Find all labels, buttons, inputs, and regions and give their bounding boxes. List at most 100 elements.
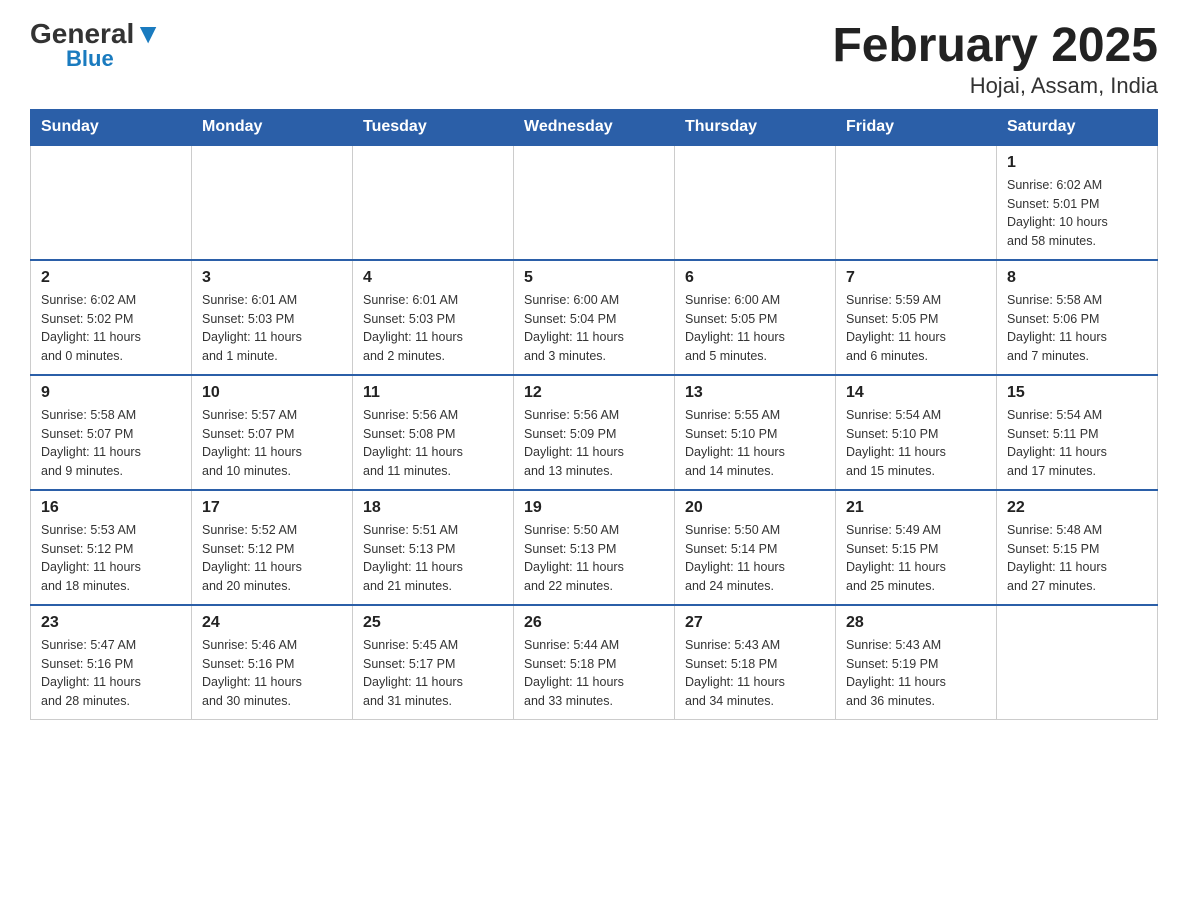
day-info: Sunrise: 5:44 AMSunset: 5:18 PMDaylight:… xyxy=(524,636,664,711)
calendar-cell-w5-d4: 26 Sunrise: 5:44 AMSunset: 5:18 PMDayligh… xyxy=(514,605,675,720)
calendar-table: SundayMondayTuesdayWednesdayThursdayFrid… xyxy=(30,109,1158,720)
weekday-header-wednesday: Wednesday xyxy=(514,109,675,145)
calendar-week-1: 1Sunrise: 6:02 AMSunset: 5:01 PMDaylight… xyxy=(31,145,1158,260)
day-info: Sunrise: 5:52 AMSunset: 5:12 PMDaylight:… xyxy=(202,521,342,596)
day-info: Sunrise: 5:43 AMSunset: 5:18 PMDaylight:… xyxy=(685,636,825,711)
day-number: 17 xyxy=(202,499,342,517)
day-number: 28 xyxy=(846,614,986,632)
calendar-week-2: 2 Sunrise: 6:02 AMSunset: 5:02 PMDaylight… xyxy=(31,260,1158,375)
calendar-cell-w3-d5: 13 Sunrise: 5:55 AMSunset: 5:10 PMDayligh… xyxy=(675,375,836,490)
day-info: Sunrise: 5:50 AMSunset: 5:13 PMDaylight:… xyxy=(524,521,664,596)
day-number: 20 xyxy=(685,499,825,517)
calendar-cell-w5-d7 xyxy=(997,605,1158,720)
day-number: 5 xyxy=(524,269,664,287)
calendar-cell-w3-d4: 12 Sunrise: 5:56 AMSunset: 5:09 PMDayligh… xyxy=(514,375,675,490)
calendar-cell-w5-d1: 23 Sunrise: 5:47 AMSunset: 5:16 PMDayligh… xyxy=(31,605,192,720)
day-number: 12 xyxy=(524,384,664,402)
calendar-week-3: 9 Sunrise: 5:58 AMSunset: 5:07 PMDaylight… xyxy=(31,375,1158,490)
day-info: Sunrise: 5:48 AMSunset: 5:15 PMDaylight:… xyxy=(1007,521,1147,596)
logo: General▼ Blue xyxy=(30,20,162,70)
page-header: General▼ Blue February 2025 Hojai, Assam… xyxy=(30,20,1158,99)
calendar-cell-w5-d6: 28 Sunrise: 5:43 AMSunset: 5:19 PMDayligh… xyxy=(836,605,997,720)
calendar-cell-w3-d3: 11 Sunrise: 5:56 AMSunset: 5:08 PMDayligh… xyxy=(353,375,514,490)
day-number: 23 xyxy=(41,614,181,632)
calendar-cell-w2-d7: 8 Sunrise: 5:58 AMSunset: 5:06 PMDaylight… xyxy=(997,260,1158,375)
day-info: Sunrise: 6:02 AMSunset: 5:02 PMDaylight:… xyxy=(41,291,181,366)
day-number: 26 xyxy=(524,614,664,632)
day-info: Sunrise: 5:54 AMSunset: 5:10 PMDaylight:… xyxy=(846,406,986,481)
weekday-header-friday: Friday xyxy=(836,109,997,145)
logo-general: General▼ xyxy=(30,20,162,48)
calendar-subtitle: Hojai, Assam, India xyxy=(832,73,1158,99)
calendar-header: SundayMondayTuesdayWednesdayThursdayFrid… xyxy=(31,109,1158,145)
day-number: 10 xyxy=(202,384,342,402)
calendar-cell-w1-d5 xyxy=(675,145,836,260)
day-info: Sunrise: 6:02 AMSunset: 5:01 PMDaylight:… xyxy=(1007,176,1147,251)
day-info: Sunrise: 5:55 AMSunset: 5:10 PMDaylight:… xyxy=(685,406,825,481)
day-info: Sunrise: 5:56 AMSunset: 5:09 PMDaylight:… xyxy=(524,406,664,481)
day-info: Sunrise: 5:58 AMSunset: 5:06 PMDaylight:… xyxy=(1007,291,1147,366)
day-info: Sunrise: 5:53 AMSunset: 5:12 PMDaylight:… xyxy=(41,521,181,596)
weekday-header-thursday: Thursday xyxy=(675,109,836,145)
day-info: Sunrise: 5:43 AMSunset: 5:19 PMDaylight:… xyxy=(846,636,986,711)
day-number: 7 xyxy=(846,269,986,287)
calendar-title: February 2025 xyxy=(832,20,1158,73)
calendar-cell-w1-d2 xyxy=(192,145,353,260)
day-number: 14 xyxy=(846,384,986,402)
calendar-cell-w4-d2: 17 Sunrise: 5:52 AMSunset: 5:12 PMDayligh… xyxy=(192,490,353,605)
day-info: Sunrise: 6:00 AMSunset: 5:04 PMDaylight:… xyxy=(524,291,664,366)
day-number: 4 xyxy=(363,269,503,287)
calendar-cell-w1-d4 xyxy=(514,145,675,260)
day-info: Sunrise: 5:58 AMSunset: 5:07 PMDaylight:… xyxy=(41,406,181,481)
calendar-cell-w4-d5: 20 Sunrise: 5:50 AMSunset: 5:14 PMDayligh… xyxy=(675,490,836,605)
day-number: 11 xyxy=(363,384,503,402)
day-number: 19 xyxy=(524,499,664,517)
day-info: Sunrise: 5:54 AMSunset: 5:11 PMDaylight:… xyxy=(1007,406,1147,481)
logo-triangle-icon: ▼ xyxy=(134,18,162,49)
weekday-header-saturday: Saturday xyxy=(997,109,1158,145)
calendar-cell-w5-d5: 27Sunrise: 5:43 AMSunset: 5:18 PMDayligh… xyxy=(675,605,836,720)
calendar-cell-w1-d6 xyxy=(836,145,997,260)
day-info: Sunrise: 5:47 AMSunset: 5:16 PMDaylight:… xyxy=(41,636,181,711)
weekday-header-tuesday: Tuesday xyxy=(353,109,514,145)
calendar-cell-w4-d4: 19 Sunrise: 5:50 AMSunset: 5:13 PMDayligh… xyxy=(514,490,675,605)
calendar-cell-w4-d7: 22 Sunrise: 5:48 AMSunset: 5:15 PMDayligh… xyxy=(997,490,1158,605)
calendar-cell-w1-d7: 1Sunrise: 6:02 AMSunset: 5:01 PMDaylight… xyxy=(997,145,1158,260)
calendar-cell-w4-d1: 16 Sunrise: 5:53 AMSunset: 5:12 PMDayligh… xyxy=(31,490,192,605)
calendar-week-5: 23 Sunrise: 5:47 AMSunset: 5:16 PMDayligh… xyxy=(31,605,1158,720)
calendar-cell-w2-d3: 4 Sunrise: 6:01 AMSunset: 5:03 PMDaylight… xyxy=(353,260,514,375)
calendar-cell-w3-d1: 9 Sunrise: 5:58 AMSunset: 5:07 PMDaylight… xyxy=(31,375,192,490)
day-number: 8 xyxy=(1007,269,1147,287)
calendar-cell-w4-d6: 21 Sunrise: 5:49 AMSunset: 5:15 PMDayligh… xyxy=(836,490,997,605)
calendar-body: 1Sunrise: 6:02 AMSunset: 5:01 PMDaylight… xyxy=(31,145,1158,720)
day-info: Sunrise: 6:01 AMSunset: 5:03 PMDaylight:… xyxy=(363,291,503,366)
day-info: Sunrise: 5:49 AMSunset: 5:15 PMDaylight:… xyxy=(846,521,986,596)
day-info: Sunrise: 5:50 AMSunset: 5:14 PMDaylight:… xyxy=(685,521,825,596)
day-number: 2 xyxy=(41,269,181,287)
day-info: Sunrise: 5:51 AMSunset: 5:13 PMDaylight:… xyxy=(363,521,503,596)
day-info: Sunrise: 6:01 AMSunset: 5:03 PMDaylight:… xyxy=(202,291,342,366)
weekday-header-row: SundayMondayTuesdayWednesdayThursdayFrid… xyxy=(31,109,1158,145)
weekday-header-sunday: Sunday xyxy=(31,109,192,145)
day-number: 13 xyxy=(685,384,825,402)
day-number: 15 xyxy=(1007,384,1147,402)
day-number: 3 xyxy=(202,269,342,287)
day-info: Sunrise: 5:59 AMSunset: 5:05 PMDaylight:… xyxy=(846,291,986,366)
day-number: 16 xyxy=(41,499,181,517)
calendar-cell-w2-d4: 5 Sunrise: 6:00 AMSunset: 5:04 PMDaylight… xyxy=(514,260,675,375)
day-info: Sunrise: 5:56 AMSunset: 5:08 PMDaylight:… xyxy=(363,406,503,481)
calendar-cell-w2-d1: 2 Sunrise: 6:02 AMSunset: 5:02 PMDaylight… xyxy=(31,260,192,375)
day-number: 6 xyxy=(685,269,825,287)
calendar-cell-w2-d5: 6Sunrise: 6:00 AMSunset: 5:05 PMDaylight… xyxy=(675,260,836,375)
day-number: 18 xyxy=(363,499,503,517)
day-number: 21 xyxy=(846,499,986,517)
logo-blue: Blue xyxy=(66,48,114,70)
calendar-cell-w3-d6: 14 Sunrise: 5:54 AMSunset: 5:10 PMDayligh… xyxy=(836,375,997,490)
day-number: 22 xyxy=(1007,499,1147,517)
calendar-cell-w1-d1 xyxy=(31,145,192,260)
calendar-cell-w3-d2: 10Sunrise: 5:57 AMSunset: 5:07 PMDayligh… xyxy=(192,375,353,490)
weekday-header-monday: Monday xyxy=(192,109,353,145)
calendar-cell-w5-d2: 24Sunrise: 5:46 AMSunset: 5:16 PMDayligh… xyxy=(192,605,353,720)
day-number: 9 xyxy=(41,384,181,402)
day-info: Sunrise: 5:45 AMSunset: 5:17 PMDaylight:… xyxy=(363,636,503,711)
